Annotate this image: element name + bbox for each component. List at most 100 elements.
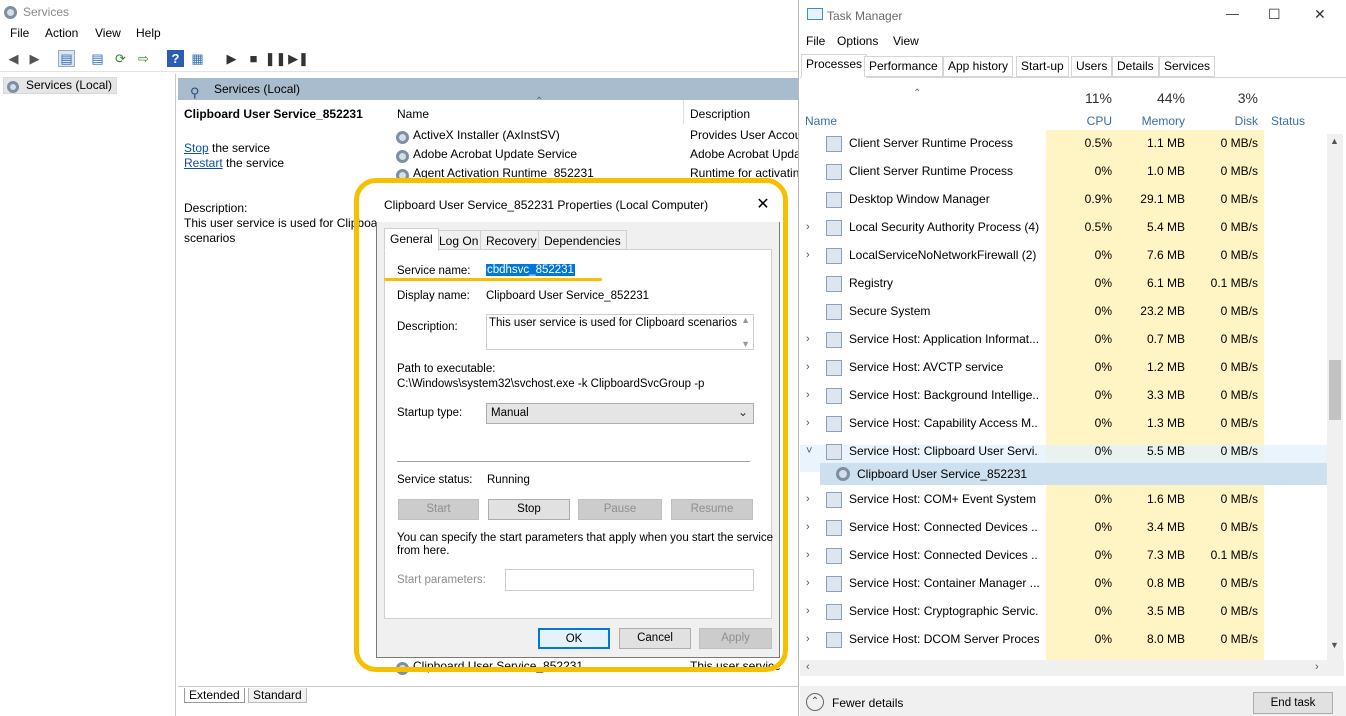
tab-standard[interactable]: Standard [248, 688, 307, 703]
cpu-column[interactable]: CPU [1050, 114, 1112, 128]
pause-icon[interactable]: ❚❚ [265, 50, 287, 67]
memory-percent[interactable]: 44% [1120, 90, 1185, 106]
process-mem: 0.8 MB [1146, 576, 1185, 590]
process-name: Service Host: Container Manager ... [849, 576, 1039, 590]
restart-service-link[interactable]: Restart [184, 156, 223, 170]
fewer-details-link[interactable]: Fewer details [832, 696, 903, 710]
memory-column[interactable]: Memory [1120, 114, 1185, 128]
tab-processes[interactable]: Processes [801, 54, 868, 78]
chevron-right-icon[interactable]: › [806, 633, 810, 645]
tree-item-label: Services (Local) [26, 78, 113, 92]
chevron-right-icon[interactable]: › [806, 221, 810, 233]
tab-startup[interactable]: Start-up [1016, 56, 1069, 77]
process-mem: 3.3 MB [1146, 388, 1185, 402]
help-icon[interactable]: ? [167, 50, 184, 67]
chevron-right-icon[interactable]: › [806, 361, 810, 373]
scrollbar-thumb[interactable] [1329, 360, 1341, 420]
tm-column-name[interactable]: Name [805, 114, 837, 128]
process-cpu: 0% [1094, 444, 1112, 458]
refresh-icon[interactable]: ⟳ [112, 50, 129, 67]
highlight-outline [354, 178, 788, 672]
process-disk: 0 MB/s [1220, 332, 1258, 346]
maximize-icon[interactable]: ☐ [1268, 6, 1281, 23]
chevron-right-icon[interactable]: › [806, 521, 810, 533]
process-disk: 0 MB/s [1220, 388, 1258, 402]
disk-percent[interactable]: 3% [1192, 90, 1258, 106]
process-cpu: 0% [1094, 576, 1112, 590]
menu-help[interactable]: Help [136, 26, 161, 40]
forward-arrow-icon[interactable]: ▶ [26, 50, 43, 67]
stop-icon[interactable]: ■ [245, 50, 262, 67]
process-name: Client Server Runtime Process [849, 164, 1014, 178]
close-icon[interactable]: ✕ [1314, 6, 1326, 23]
chevron-right-icon[interactable]: › [806, 605, 810, 617]
tree-item-services-local[interactable]: Services (Local) [3, 77, 118, 94]
service-row[interactable]: Adobe Acrobat Update Service [396, 145, 676, 163]
process-mem: 7.3 MB [1146, 548, 1185, 562]
end-task-button[interactable]: End task [1253, 692, 1333, 714]
show-tree-icon[interactable]: ▤ [58, 50, 75, 67]
back-arrow-icon[interactable]: ◀ [5, 50, 22, 67]
services-tree [0, 74, 176, 716]
tab-performance[interactable]: Performance [864, 56, 943, 77]
chevron-up-icon[interactable]: ⌃ [806, 693, 824, 711]
console-icon[interactable]: ▦ [189, 50, 206, 67]
properties-icon[interactable]: ▤ [89, 50, 106, 67]
tm-menu-options[interactable]: Options [837, 34, 878, 48]
process-name: Service Host: Cryptographic Servic... [849, 604, 1039, 618]
services-app-icon [4, 5, 18, 20]
tab-users[interactable]: Users [1071, 56, 1113, 77]
minimize-icon[interactable]: — [1226, 6, 1239, 21]
cpu-percent[interactable]: 11% [1050, 90, 1112, 106]
process-cpu: 0% [1094, 548, 1112, 562]
process-name: Service Host: Background Intellige... [849, 388, 1039, 402]
search-icon: ⚲ [190, 85, 200, 100]
export-icon[interactable]: ⇨ [135, 50, 152, 67]
menu-file[interactable]: File [10, 26, 29, 40]
process-mem: 1.1 MB [1146, 136, 1185, 150]
restart-suffix: the service [222, 156, 285, 170]
status-column[interactable]: Status [1271, 114, 1305, 128]
tab-details[interactable]: Details [1112, 56, 1159, 77]
tm-menu-view[interactable]: View [893, 34, 919, 48]
process-name: Service Host: DCOM Server Proces... [849, 632, 1039, 646]
process-disk: 0 MB/s [1220, 576, 1258, 590]
task-manager-app-icon [807, 8, 823, 20]
tab-general[interactable]: General [384, 228, 439, 251]
scroll-right-icon[interactable]: › [1315, 661, 1319, 673]
tab-baseline [800, 77, 1346, 78]
chevron-right-icon[interactable]: › [806, 333, 810, 345]
scroll-up-icon[interactable]: ▲ [1330, 136, 1339, 146]
menu-action[interactable]: Action [45, 26, 78, 40]
process-cpu: 0% [1094, 416, 1112, 430]
disk-column[interactable]: Disk [1192, 114, 1258, 128]
tab-extended[interactable]: Extended [184, 688, 245, 703]
chevron-right-icon[interactable]: › [806, 417, 810, 429]
restart-icon[interactable]: ▶❚ [288, 50, 309, 67]
play-icon[interactable]: ▶ [223, 50, 240, 67]
column-description[interactable]: Description [690, 107, 750, 121]
chevron-right-icon[interactable]: › [806, 249, 810, 261]
chevron-right-icon[interactable]: › [806, 493, 810, 505]
process-icon [826, 332, 842, 348]
chevron-right-icon[interactable]: › [806, 549, 810, 561]
column-name[interactable]: Name [397, 107, 429, 121]
pane-header: ⚲ Services (Local) [178, 78, 800, 100]
stop-service-link[interactable]: Stop [184, 141, 209, 155]
process-disk: 0 MB/s [1220, 164, 1258, 178]
chevron-right-icon[interactable]: › [806, 389, 810, 401]
chevron-right-icon[interactable]: › [806, 577, 810, 589]
scroll-down-icon[interactable]: ▼ [1330, 640, 1339, 650]
tab-app-history[interactable]: App history [943, 56, 1014, 77]
horizontal-scrollbar[interactable] [800, 660, 1344, 676]
process-icon [826, 520, 842, 536]
scroll-left-icon[interactable]: ‹ [806, 661, 810, 673]
tab-services[interactable]: Services [1159, 56, 1216, 77]
menu-view[interactable]: View [95, 26, 121, 40]
service-row[interactable]: ActiveX Installer (AxInstSV) [396, 126, 676, 144]
chevron-down-icon[interactable]: ˅ [806, 445, 812, 457]
tm-menu-file[interactable]: File [806, 34, 825, 48]
child-process-name: Clipboard User Service_852231 [857, 467, 1028, 481]
process-icon [826, 632, 842, 648]
view-tabs: Extended Standard [178, 686, 800, 716]
